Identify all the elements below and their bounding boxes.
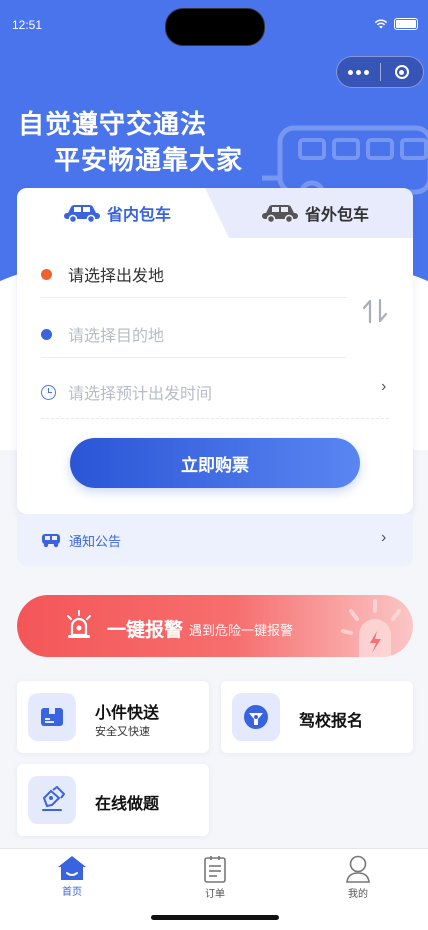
tab-in-province-label: 省内包车 (107, 207, 172, 224)
time-placeholder: 请选择预计出发时间 (68, 386, 213, 403)
tab-in-province[interactable]: 省内包车 (17, 188, 229, 238)
booking-card: 省内包车 省外包车 请选择出发地 请选择目的地 请选择预计出发时间 › 立即购票 (17, 188, 413, 514)
status-icons (374, 18, 418, 30)
status-time: 12:51 (12, 18, 43, 32)
tab-orders-label: 订单 (205, 889, 225, 900)
tab-home-label: 首页 (62, 887, 82, 898)
order-icon (204, 856, 226, 883)
notice-label: 通知公告 (69, 533, 122, 549)
chevron-right-icon: › (381, 529, 387, 546)
service-online-exam[interactable]: 在线做题 (17, 764, 209, 836)
service-driving-school[interactable]: 驾校报名 (221, 681, 413, 753)
steering-wheel-icon (232, 693, 280, 741)
departure-field[interactable]: 请选择出发地 (41, 262, 164, 286)
alarm-bell-decoration-icon (341, 599, 401, 657)
app-screen: 12:51 自觉遵守交通法 平安畅通靠大家 省内包车 省外包车 请选择出发地 请… (0, 0, 428, 930)
profile-icon (346, 855, 370, 883)
wifi-icon (374, 19, 388, 29)
swap-icon[interactable] (361, 296, 389, 326)
service-parcel-delivery[interactable]: 小件快送 安全又快速 (17, 681, 209, 753)
tab-out-province[interactable]: 省外包车 (261, 188, 411, 238)
slogan-line2: 平安畅通靠大家 (54, 145, 244, 175)
departure-placeholder: 请选择出发地 (68, 268, 165, 285)
home-indicator (151, 915, 279, 920)
dynamic-island (165, 8, 265, 46)
departure-time-field[interactable]: 请选择预计出发时间 (41, 380, 212, 404)
service-title: 驾校报名 (299, 713, 364, 730)
siren-icon (67, 610, 91, 638)
booking-tabs: 省内包车 省外包车 (17, 188, 413, 238)
battery-icon (394, 18, 418, 30)
car-icon (262, 205, 298, 223)
buy-ticket-button[interactable]: 立即购票 (70, 438, 360, 488)
destination-field[interactable]: 请选择目的地 (41, 322, 164, 346)
service-title: 小件快送 (95, 705, 160, 722)
car-icon (64, 205, 100, 223)
destination-placeholder: 请选择目的地 (68, 328, 165, 345)
tab-profile[interactable]: 我的 (328, 855, 388, 900)
tab-orders[interactable]: 订单 (185, 855, 245, 900)
tab-home[interactable]: 首页 (42, 855, 102, 898)
more-menu-icon[interactable] (337, 69, 380, 75)
slogan-line1: 自觉遵守交通法 (18, 109, 208, 139)
tab-profile-label: 我的 (348, 889, 368, 900)
pen-exam-icon (28, 776, 76, 824)
alarm-subtitle: 遇到危险一键报警 (189, 623, 294, 638)
departure-dot-icon (41, 268, 52, 280)
alarm-title: 一键报警 (107, 620, 184, 641)
service-title: 在线做题 (95, 796, 160, 813)
clock-icon (41, 384, 56, 400)
bus-icon (42, 534, 60, 548)
tab-out-province-label: 省外包车 (305, 207, 370, 224)
emergency-alarm-button[interactable]: 一键报警 遇到危险一键报警 (17, 595, 413, 657)
miniapp-capsule (336, 56, 424, 88)
home-icon (58, 856, 86, 880)
chevron-right-icon: › (381, 378, 387, 395)
parcel-icon (28, 693, 76, 741)
close-miniapp-icon[interactable] (380, 65, 423, 79)
destination-dot-icon (41, 328, 52, 340)
notice-bar[interactable]: 通知公告 › (17, 514, 413, 566)
service-subtitle: 安全又快速 (95, 726, 150, 738)
